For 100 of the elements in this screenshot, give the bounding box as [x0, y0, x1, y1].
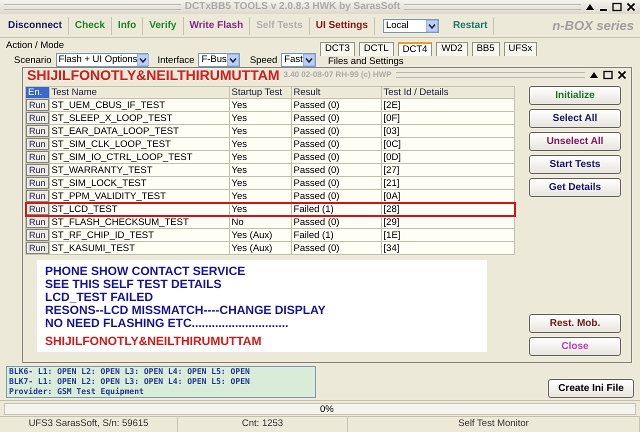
table-cell: Passed (0)	[291, 190, 382, 202]
table-cell: [34]	[381, 242, 514, 254]
run-button[interactable]: Run	[26, 203, 49, 215]
dialog-button[interactable]: Start Tests	[529, 155, 621, 174]
table-cell: [1E]	[381, 228, 514, 242]
table-cell: Passed (0)	[291, 164, 382, 176]
table-cell: Yes	[229, 138, 292, 150]
table-cell: [0D]	[381, 150, 514, 164]
table-cell: [21]	[381, 176, 514, 190]
table-cell: Passed (0)	[291, 150, 382, 164]
tab[interactable]: WD2	[436, 42, 468, 56]
create-ini-button[interactable]: Create Ini File	[548, 379, 634, 398]
group-title: Files and Settings	[327, 56, 405, 67]
table-cell: Passed (0)	[291, 216, 382, 228]
dialog-button[interactable]: Unselect All	[529, 132, 621, 151]
close-button[interactable]	[617, 70, 627, 80]
message-line: NO NEED FLASHING ETC.............................	[45, 317, 290, 330]
toolbar-button[interactable]: Check	[68, 16, 112, 34]
table-cell: ST_PPM_VALIDITY_TEST	[49, 190, 230, 202]
dialog-button[interactable]: Initialize	[529, 86, 621, 105]
run-button[interactable]: Run	[26, 190, 49, 202]
message-line: LCD_TEST FAILED	[45, 291, 154, 304]
column-header: Test Id / Details	[381, 86, 514, 98]
table-cell: ST_LCD_TEST	[49, 202, 230, 216]
toolbar-button[interactable]: Info	[112, 16, 144, 34]
table-cell: Yes (Aux)	[229, 228, 292, 242]
column-header: Startup Test	[229, 86, 292, 98]
caret-icon	[426, 20, 438, 32]
table-cell: [0A]	[381, 190, 514, 202]
run-button[interactable]: Run	[26, 216, 49, 228]
dialog-button[interactable]: Rest. Mob.	[529, 314, 621, 333]
run-button[interactable]: Run	[26, 99, 49, 111]
table-cell: ST_UEM_CBUS_IF_TEST	[49, 98, 230, 112]
toolbar-button[interactable]: Verify	[143, 16, 184, 34]
group-title: Action / Mode	[6, 40, 66, 51]
toolbar-button[interactable]: Restart	[446, 16, 494, 34]
progress-label: 0%	[320, 404, 334, 414]
column-header: En.	[26, 86, 50, 98]
dropdown[interactable]: Flash + UI Options	[56, 53, 148, 67]
table-cell: Failed (1)	[291, 202, 382, 216]
run-button[interactable]: Run	[26, 242, 49, 254]
log-line: BLK7- L1: OPEN L2: OPEN L3: OPEN L4: OPEN L5: OPEN	[9, 377, 251, 387]
table-cell: Yes	[229, 98, 292, 112]
run-button[interactable]: Run	[26, 229, 49, 241]
column-header: Result	[291, 86, 382, 98]
table-cell: Passed (0)	[291, 112, 382, 124]
table-cell: ST_KASUMI_TEST	[49, 242, 230, 254]
table-cell: [29]	[381, 216, 514, 228]
tab[interactable]: DCT4	[398, 42, 432, 56]
tab[interactable]: DCTL	[358, 42, 394, 56]
dropdown[interactable]: F-Bus	[198, 53, 240, 67]
column-header: Test Name	[49, 86, 230, 98]
run-button[interactable]: Run	[26, 125, 49, 137]
tab[interactable]: DCT3	[320, 42, 355, 56]
table-cell: Failed (1)	[291, 228, 382, 242]
dialog-button[interactable]: Close	[529, 337, 621, 356]
toolbar-button[interactable]: Disconnect	[2, 16, 69, 34]
run-button[interactable]: Run	[26, 164, 49, 176]
run-button[interactable]: Run	[26, 177, 49, 189]
caret-icon	[226, 54, 239, 66]
logo-text: n-BOX series	[552, 16, 635, 35]
tab[interactable]: BB5	[472, 42, 500, 56]
message-line: RESONS--LCD MISSMATCH----CHANGE DISPLAY	[45, 304, 327, 317]
maximize-button[interactable]	[612, 2, 622, 12]
table-cell: Yes	[229, 124, 292, 138]
table-cell: Passed (0)	[291, 98, 382, 112]
run-button[interactable]: Run	[26, 151, 49, 163]
table-cell: [0F]	[381, 112, 514, 124]
log-line: BLK6- L1: OPEN L2: OPEN L3: OPEN L4: OPEN L5: OPEN	[9, 367, 251, 377]
tab[interactable]: UFSx	[504, 42, 538, 56]
caret-icon	[302, 54, 315, 66]
table-cell: [03]	[381, 124, 514, 138]
dialog-button[interactable]: Get Details	[529, 178, 621, 197]
toolbar-button[interactable]: Write Flash	[184, 16, 250, 34]
table-cell: Yes	[229, 202, 292, 216]
table-cell: ST_SIM_CLK_LOOP_TEST	[49, 138, 230, 150]
toolbar-button[interactable]: UI Settings	[310, 16, 375, 34]
table-cell: ST_EAR_DATA_LOOP_TEST	[49, 124, 230, 138]
message-line: SEE THIS SELF TEST DETAILS	[45, 278, 222, 291]
dialog-button[interactable]: Select All	[529, 109, 621, 128]
table-cell: Yes (Aux)	[229, 242, 292, 254]
table-cell: ST_RF_CHIP_ID_TEST	[49, 228, 230, 242]
close-button[interactable]	[626, 2, 636, 12]
status-text: Self Test Monitor	[348, 417, 640, 432]
table-cell: [2E]	[381, 98, 514, 112]
run-button[interactable]: Run	[26, 138, 49, 150]
run-button[interactable]: Run	[26, 112, 49, 124]
dropdown[interactable]: Local	[382, 18, 439, 32]
field-label: Interface	[158, 54, 194, 66]
status-text: Cnt: 1253	[178, 417, 348, 432]
table-cell: Yes	[229, 164, 292, 176]
table-cell: Yes	[229, 112, 292, 124]
caret-icon	[137, 54, 150, 66]
maximize-button[interactable]	[603, 70, 613, 80]
dropdown[interactable]: Fast	[281, 53, 316, 67]
log-line: Provider: GSM Test Equipment	[9, 387, 145, 397]
signature-text: SHIJILFONOTLY&NEILTHIRUMUTTAM	[45, 334, 262, 348]
table-cell: [0C]	[381, 138, 514, 150]
field-label: Scenario	[14, 54, 52, 66]
status-text: UFS3 SarasSoft, S/n: 59615	[0, 417, 178, 432]
